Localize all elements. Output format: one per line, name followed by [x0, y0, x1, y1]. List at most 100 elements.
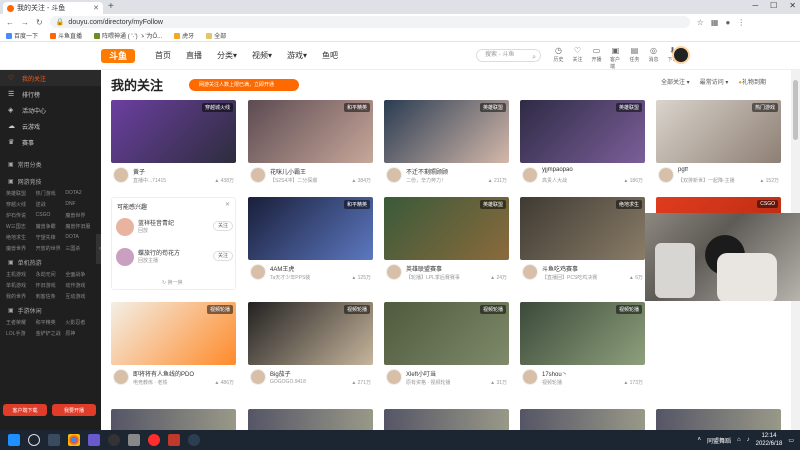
sidebar-category-link[interactable]: LOL手游 [6, 330, 36, 337]
recommend-item[interactable]: 蝶旅行的苟花方 回放主播 关注 [116, 246, 233, 268]
scrollbar-thumb[interactable] [793, 80, 798, 140]
search-icon[interactable] [28, 434, 40, 446]
media-icon[interactable] [128, 434, 140, 446]
browser-tab[interactable]: 我的关注 - 斗鱼 ✕ [3, 2, 103, 14]
sidebar-category-link[interactable]: 魔兽争霸 [36, 223, 66, 230]
sidebar-item[interactable]: ♛ 赛事 [0, 134, 101, 150]
close-icon[interactable]: ✕ [225, 201, 230, 208]
bookmark-star-icon[interactable]: ☆ [697, 18, 704, 27]
avatar[interactable] [386, 167, 402, 183]
avatar[interactable] [386, 369, 402, 385]
stream-thumbnail[interactable]: 热门游戏 [656, 100, 781, 163]
stream-thumbnail[interactable]: 和平精英 [248, 100, 373, 163]
sidebar-category-link[interactable]: CSGO [36, 212, 66, 219]
promo-banner[interactable]: 网游关注人数上限已满，立即开通 [189, 79, 299, 91]
sidebar-category-link[interactable]: 火影忍者 [65, 319, 95, 326]
bookmark-item[interactable]: 斗鱼直播 [50, 31, 82, 40]
notice-icon[interactable]: ◎ 消息 [648, 46, 659, 70]
sidebar-category-link[interactable]: 金铲铲之战 [36, 330, 66, 337]
stream-card[interactable]: 视频轮播 17shou丶 视频轮播 ▲ 173万 [520, 302, 645, 395]
stream-thumbnail[interactable]: 英雄联盟 [520, 100, 645, 163]
bookmark-item[interactable]: 阵喂神通 ( '·') ゝ'为Ô... [94, 31, 162, 40]
sidebar-category-link[interactable]: 主机游戏 [6, 271, 36, 278]
chrome-icon[interactable] [68, 434, 80, 446]
nav-video[interactable]: 视频▾ [252, 50, 272, 61]
nav-live[interactable]: 直播 [186, 50, 202, 61]
avatar[interactable] [522, 369, 538, 385]
sidebar-category-link[interactable]: 守望先锋 [36, 234, 66, 241]
sidebar-category-link[interactable]: 炉石传说 [6, 212, 36, 219]
menu-icon[interactable]: ⋮ [737, 18, 745, 27]
streamer-name[interactable]: 花咪儿小霸王 [270, 167, 340, 176]
sidebar-category-link[interactable]: 热门游戏 [36, 190, 66, 197]
sidebar-category-link[interactable]: W三国志 [6, 223, 36, 230]
download-client-button[interactable]: 客户端下载 [3, 404, 47, 416]
sidebar-category-link[interactable]: 魔兽世界 [6, 245, 36, 252]
app-icon[interactable] [88, 434, 100, 446]
avatar[interactable] [113, 369, 129, 385]
avatar[interactable] [113, 167, 129, 183]
sidebar-category-link[interactable]: 开放的世界 [36, 245, 66, 252]
back-icon[interactable]: ← [6, 18, 14, 27]
sidebar-category-link[interactable]: DNF [65, 201, 95, 208]
tray-app-label[interactable]: 同盟舞蹈 [707, 436, 731, 445]
stream-thumbnail[interactable] [111, 409, 236, 430]
clock[interactable]: 12:14 2022/6/18 [756, 432, 783, 448]
search-input[interactable]: 搜索 - 斗鱼 ⌕ [476, 49, 541, 62]
profile-icon[interactable]: ● [725, 18, 730, 27]
sidebar-category-link[interactable]: 动作游戏 [65, 282, 95, 289]
streamer-name[interactable]: 4AM王虎 [270, 264, 340, 273]
streamer-name[interactable]: 斗鱼吃鸡赛事 [542, 264, 612, 273]
sidebar-category-link[interactable]: 互动游戏 [65, 293, 95, 300]
stream-card[interactable]: 英雄联盟 不迁不剩照顾顾 二份，辛力奔力！ ▲ 211万 [384, 100, 509, 193]
search-icon[interactable]: ⌕ [532, 52, 536, 63]
stream-card[interactable]: 视频轮播 即将将有人鱼线的PDO 电竞教练 · 老铁 ▲ 486万 [111, 302, 236, 395]
streamer-name[interactable]: pgff [678, 167, 748, 173]
new-tab-icon[interactable]: + [108, 1, 114, 12]
follow-button[interactable]: 关注 [213, 251, 233, 261]
sidebar-section-header[interactable]: ▣ 常用分类 [0, 156, 101, 173]
windows-start-icon[interactable] [8, 434, 20, 446]
filter-gift[interactable]: ●礼物到期 [738, 77, 766, 86]
avatar[interactable] [250, 264, 266, 280]
sidebar-category-link[interactable]: DOTA [65, 234, 95, 241]
sidebar-category-link[interactable]: 单机游戏 [6, 282, 36, 289]
taskview-icon[interactable] [48, 434, 60, 446]
notification-icon[interactable]: ▭ [788, 437, 794, 444]
start-live-button[interactable]: 我要开播 [52, 404, 96, 416]
sidebar-category-link[interactable]: 穿越火线 [6, 201, 36, 208]
sidebar-section-header[interactable]: ▣ 手游休闲 [0, 302, 101, 319]
douyu-client-icon[interactable] [148, 434, 160, 446]
sidebar-category-link[interactable]: 绝地求生 [6, 234, 36, 241]
stream-thumbnail[interactable]: 视频轮播 [248, 302, 373, 365]
sidebar-item[interactable]: ☁ 云游戏 [0, 118, 101, 134]
client-icon[interactable]: ▣ 客户端 [610, 46, 621, 70]
streamer-name[interactable]: yjjmpaopao [542, 167, 612, 173]
sidebar-category-link[interactable]: 魔兽怀旧服 [65, 223, 95, 230]
sidebar-category-link[interactable]: 英雄联盟 [6, 190, 36, 197]
streamer-name[interactable]: 不迁不剩照顾顾 [406, 167, 476, 176]
nav-fishbar[interactable]: 鱼吧 [322, 50, 338, 61]
user-avatar[interactable] [672, 46, 690, 64]
sidebar-category-link[interactable]: 全面战争 [65, 271, 95, 278]
streamer-name[interactable]: 黄子 [133, 167, 203, 176]
game-icon[interactable] [168, 434, 180, 446]
sidebar-category-link[interactable]: 永劫无间 [36, 271, 66, 278]
nav-category[interactable]: 分类▾ [217, 50, 237, 61]
avatar[interactable] [386, 264, 402, 280]
reload-icon[interactable]: ↻ [36, 18, 43, 27]
stream-card[interactable]: 英雄联盟 英雄联盟赛事 【轮播】LPL季后赛赛事 ▲ 24万 [384, 197, 509, 290]
avatar[interactable] [522, 167, 538, 183]
filter-all[interactable]: 全部关注 ▾ [661, 77, 690, 86]
sidebar-category-link[interactable]: 原神 [65, 330, 95, 337]
bookmark-item[interactable]: 虎牙 [174, 31, 194, 40]
tab-close-icon[interactable]: ✕ [93, 4, 99, 12]
avatar[interactable] [658, 167, 674, 183]
stream-thumbnail[interactable]: 英雄联盟 [384, 197, 509, 260]
avatar[interactable] [522, 264, 538, 280]
stream-card[interactable]: 热门游戏 pgff 【双排新世】一起降-主播 ▲ 152万 [656, 100, 781, 193]
stream-thumbnail[interactable]: 和平精英 [248, 197, 373, 260]
sidebar-category-link[interactable]: 逆战 [36, 201, 66, 208]
maximize-icon[interactable]: ☐ [770, 1, 777, 10]
volume-icon[interactable]: ♪ [747, 437, 750, 443]
